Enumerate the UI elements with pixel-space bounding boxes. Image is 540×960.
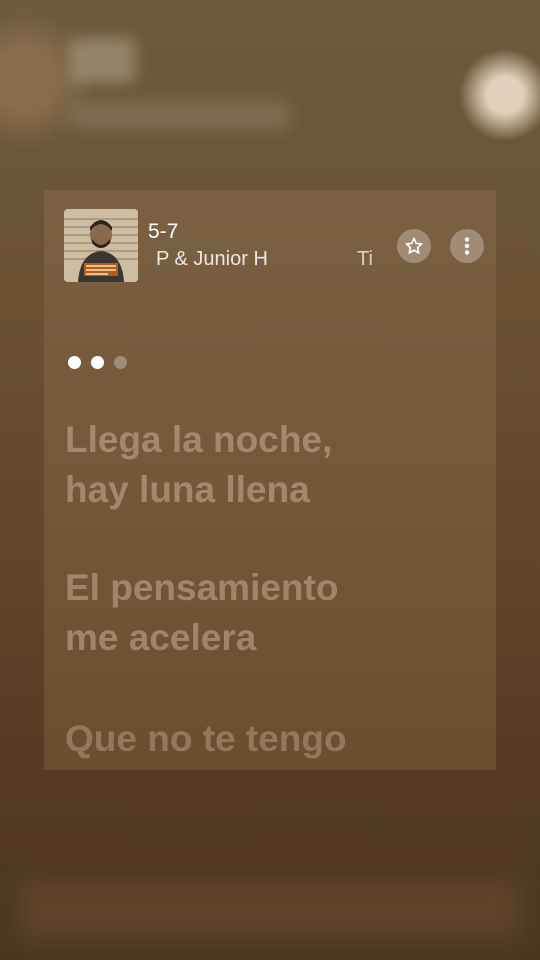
song-extra-text: Ti bbox=[357, 248, 373, 270]
lyric-line[interactable]: hay luna llena bbox=[65, 465, 310, 515]
blurred-background-title bbox=[70, 38, 135, 83]
favorite-button[interactable] bbox=[397, 229, 431, 263]
star-icon bbox=[405, 237, 423, 254]
page-dot-active bbox=[68, 356, 81, 369]
lyric-line[interactable]: Llega la noche, bbox=[65, 415, 332, 465]
page-dot-active bbox=[91, 356, 104, 369]
page-indicator bbox=[68, 356, 127, 369]
album-art[interactable] bbox=[64, 209, 138, 282]
blurred-background-subtitle bbox=[70, 102, 290, 130]
blurred-background-footer bbox=[20, 880, 520, 940]
more-options-button[interactable] bbox=[450, 229, 484, 263]
lyric-line[interactable]: Que no te tengo bbox=[65, 714, 347, 764]
more-vertical-icon bbox=[464, 237, 470, 255]
lyric-line[interactable]: El pensamiento bbox=[65, 563, 338, 613]
lyrics-card: 5-7 P & Junior H Ti Llega la noche, hay … bbox=[44, 190, 496, 770]
song-artist[interactable]: P & Junior H bbox=[156, 248, 268, 271]
song-title[interactable]: 5-7 bbox=[148, 220, 178, 244]
lyric-line[interactable]: me acelera bbox=[65, 613, 256, 663]
page-dot-inactive bbox=[114, 356, 127, 369]
album-cover-mugshot bbox=[64, 209, 138, 282]
